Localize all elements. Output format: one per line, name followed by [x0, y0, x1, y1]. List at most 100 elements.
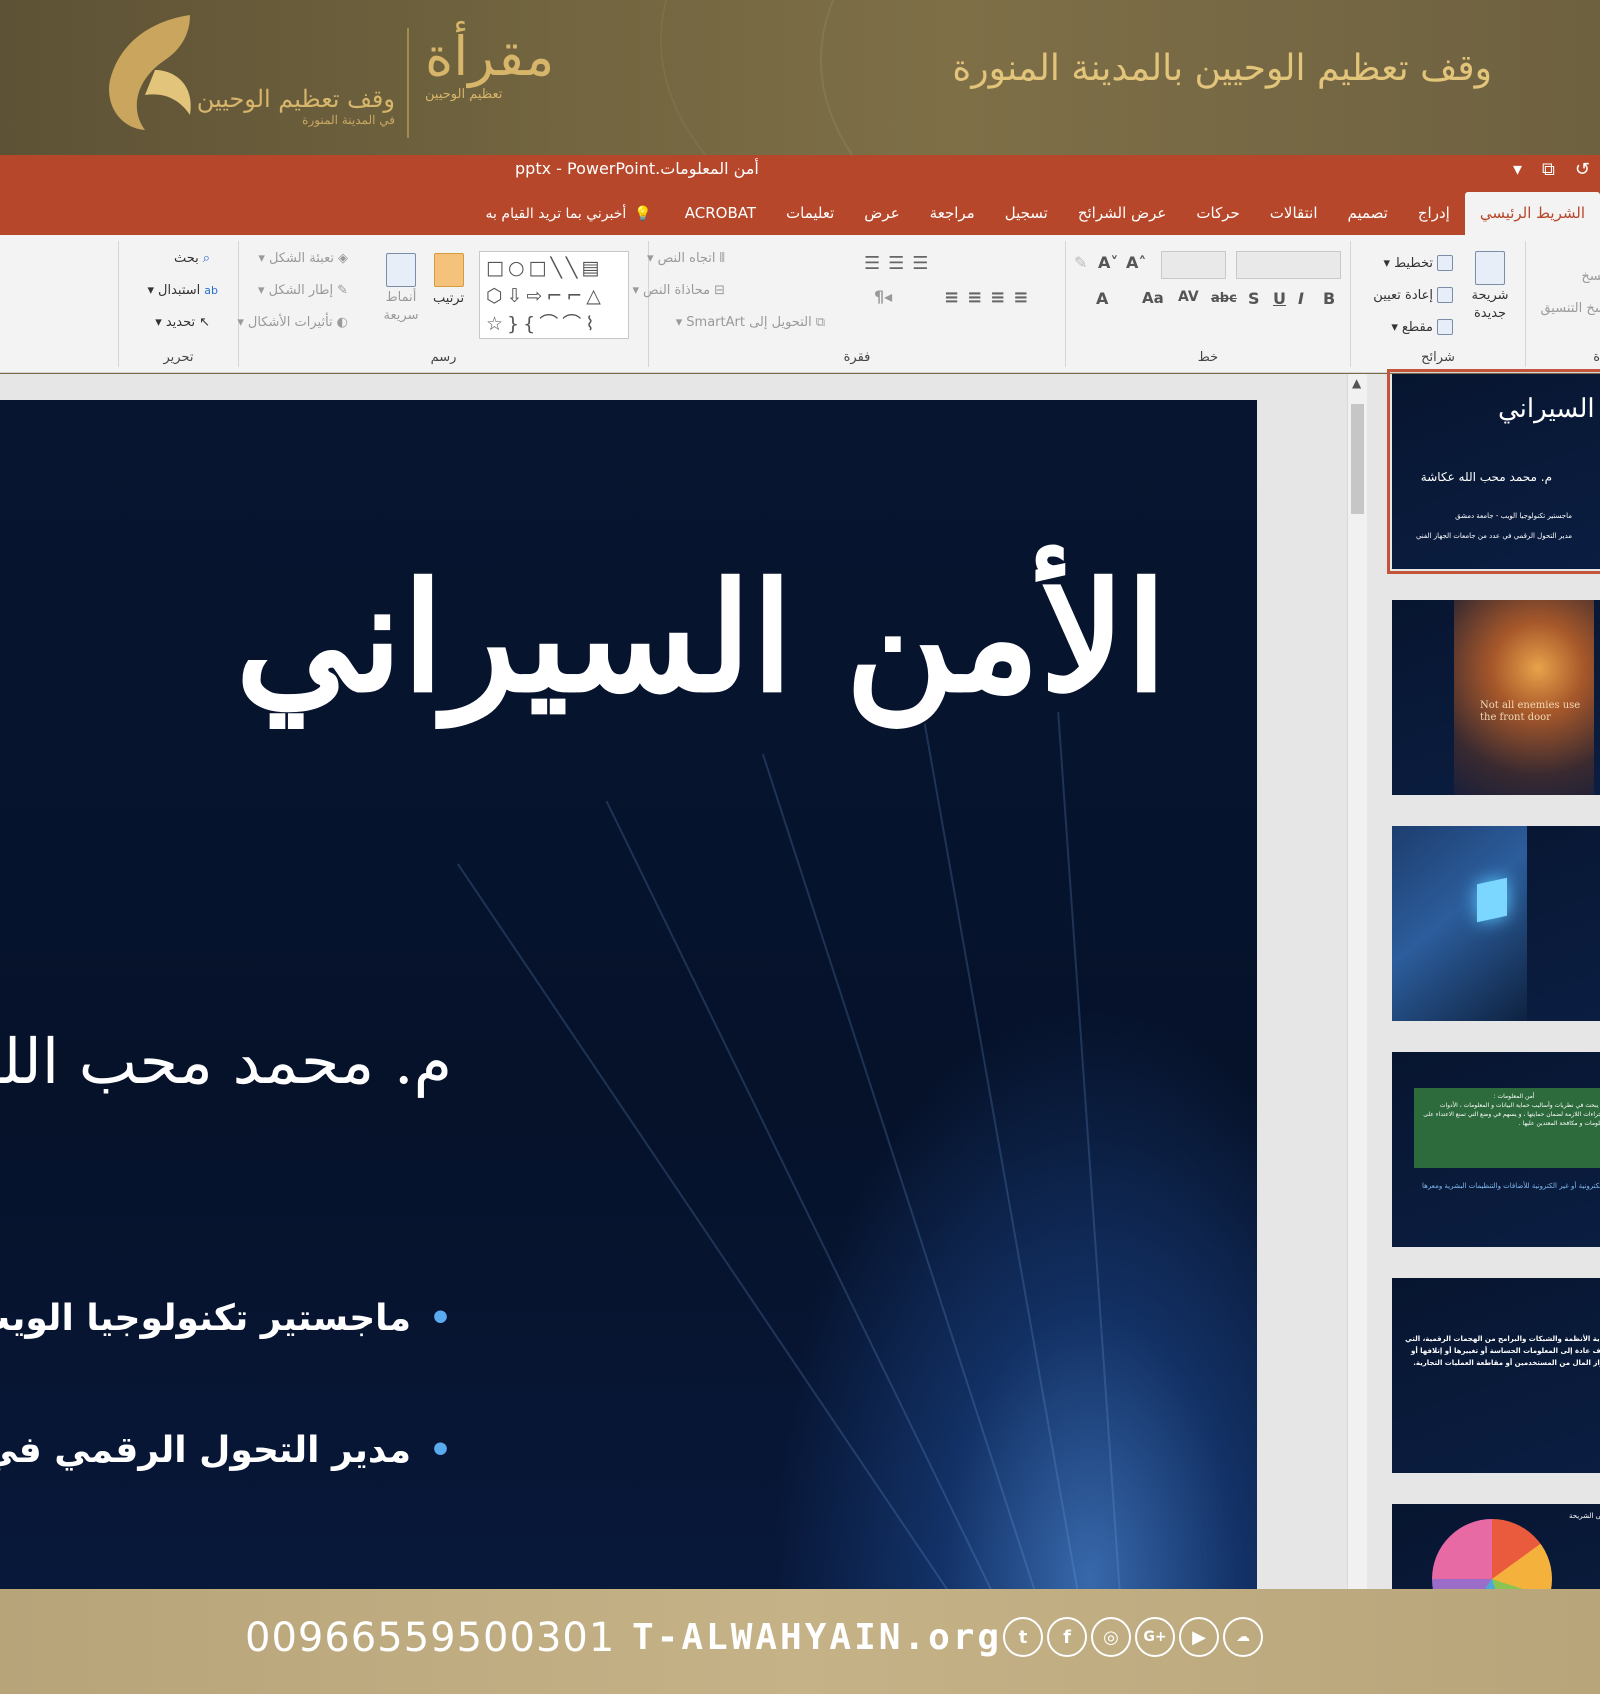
dropdown-arrow-icon: ▾	[1391, 319, 1398, 335]
tab-slideshow[interactable]: عرض الشرائح	[1063, 192, 1182, 235]
font-size-box[interactable]	[1161, 251, 1226, 279]
tab-insert[interactable]: إدراج	[1403, 192, 1465, 235]
editing-group: ⌕ بحث ab استبدال ▾ ↖ تحديد ▾ تحرير	[118, 241, 238, 367]
thumbnail-text: حماية الأنظمة والشبكات والبرامج من الهجم…	[1405, 1335, 1600, 1367]
list-indent-icons[interactable]: ☰☰☰	[864, 253, 936, 274]
thumbnail-footer-text: المعلومات الكترونية أو غير الكترونية للأ…	[1422, 1182, 1600, 1190]
text-direction-rtl-icon[interactable]: ¶◂	[874, 287, 892, 306]
shape-outline-button[interactable]: ✎ إطار الشكل ▾	[258, 283, 348, 298]
format-painter-button[interactable]: نسخ التنسيق	[1540, 301, 1600, 316]
tab-acrobat[interactable]: ACROBAT	[670, 192, 771, 235]
smartart-icon: ⧉	[815, 315, 825, 330]
youtube-icon[interactable]: ▶	[1179, 1617, 1219, 1657]
shape-fill-button[interactable]: ◈ تعبئة الشكل ▾	[258, 251, 348, 266]
start-slideshow-icon[interactable]: ⧉	[1542, 159, 1555, 180]
new-slide-button[interactable]: شريحة جديدة	[1465, 251, 1515, 323]
slide-author[interactable]: م. محمد محب الله كد	[0, 1025, 452, 1098]
character-spacing-button[interactable]: AV	[1178, 289, 1199, 305]
logo-mark-subtext: تعظيم الوحيين	[425, 87, 503, 102]
text-direction-icon: ⫴	[719, 251, 725, 266]
slide-thumbnail-5[interactable]: حماية الأنظمة والشبكات والبرامج من الهجم…	[1392, 1278, 1600, 1473]
align-text-icon: ⊟	[714, 283, 725, 298]
shapes-gallery[interactable]: □○□╲╲▤ ⬡⇩⇨⌐⌐△ ☆}{⌒⌒⌇	[479, 251, 629, 339]
tab-review[interactable]: مراجعة	[915, 192, 990, 235]
replace-button[interactable]: ab استبدال ▾	[148, 283, 219, 298]
scrollbar-thumb[interactable]	[1351, 404, 1364, 514]
tab-view[interactable]: عرض	[849, 192, 914, 235]
layout-button[interactable]: تخطيط ▾	[1384, 255, 1453, 271]
background-ray	[923, 723, 1082, 1590]
website-link[interactable]: T-ALWAHYAIN.org	[632, 1617, 1002, 1658]
customize-toolbar-icon[interactable]: ▾	[1513, 159, 1522, 180]
shape-effects-button[interactable]: ◐ تأثيرات الأشكال ▾	[237, 315, 348, 330]
contact-footer: 00966559500301 T-ALWAHYAIN.org t f ◎ G+ …	[0, 1589, 1600, 1694]
tab-record[interactable]: تسجيل	[990, 192, 1063, 235]
search-icon: ⌕	[202, 251, 210, 266]
quick-styles-button[interactable]: أنماط سريعة	[379, 253, 423, 325]
section-button[interactable]: مقطع ▾	[1391, 319, 1453, 335]
thumbnail-textbox: أمن المعلومات : علم يبحث في نظريات وأسال…	[1414, 1088, 1600, 1168]
bold-button[interactable]: B	[1323, 289, 1335, 308]
slides-group-label: شرائح	[1421, 350, 1455, 365]
thumbnail-text: مدير التحول الرقمي في عدد من جامعات الجه…	[1415, 532, 1572, 540]
slide-thumbnail-4[interactable]: أمن المعلومات : علم يبحث في نظريات وأسال…	[1392, 1052, 1600, 1247]
tab-help[interactable]: تعليمات	[771, 192, 849, 235]
clipboard-group-label: ة	[1593, 350, 1600, 365]
thumbnail-text: على الشريحة	[1569, 1512, 1600, 1520]
change-case-button[interactable]: Aa	[1142, 289, 1164, 307]
top-banner: وقف تعظيم الوحيين بالمدينة المنورة وقف ت…	[0, 0, 1600, 155]
document-title: أمن المعلومات.pptx - PowerPoint	[515, 159, 759, 178]
tab-design[interactable]: تصميم	[1332, 192, 1402, 235]
underline-button[interactable]: U	[1273, 289, 1286, 308]
slide-thumbnail-3[interactable]	[1392, 826, 1600, 1021]
alignment-icons[interactable]: ≡≡≡≡	[944, 287, 1036, 308]
clipboard-group: نسخ نسخ التنسيق ة	[1525, 241, 1600, 367]
shrink-font-icon[interactable]: A˅	[1098, 253, 1118, 272]
tab-animations[interactable]: حركات	[1181, 192, 1254, 235]
undo-icon[interactable]: ↺	[1575, 159, 1590, 180]
current-slide-canvas[interactable]: الأمن السيراني م. محمد محب الله كد ماجست…	[0, 400, 1257, 1590]
logo-mark: مقرأة تعظيم الوحيين	[425, 30, 554, 102]
google-plus-icon[interactable]: G+	[1135, 1617, 1175, 1657]
tab-transitions[interactable]: انتقالات	[1255, 192, 1333, 235]
arrange-button[interactable]: ترتيب	[433, 253, 464, 306]
slide-thumbnail-2[interactable]: Not all enemies use the front door	[1392, 600, 1600, 795]
font-name-box[interactable]	[1236, 251, 1341, 279]
scroll-up-icon[interactable]: ▲	[1352, 376, 1361, 390]
thumbnail-screen-glow	[1477, 877, 1507, 923]
twitter-icon[interactable]: t	[1003, 1617, 1043, 1657]
logo-divider	[407, 28, 409, 138]
reset-button[interactable]: إعادة تعيين	[1373, 287, 1453, 303]
clear-formatting-icon[interactable]: ✎	[1074, 253, 1087, 272]
thumbnail-title: ن السيراني	[1497, 394, 1600, 424]
vertical-scrollbar[interactable]: ▲	[1347, 374, 1367, 1589]
copy-button[interactable]: نسخ	[1581, 269, 1600, 284]
phone-number[interactable]: 00966559500301	[245, 1615, 615, 1661]
organization-logo: وقف تعظيم الوحيين في المدينة المنورة مقر…	[95, 10, 554, 145]
tell-me-box[interactable]: 💡 أخبرني بما تريد القيام به	[468, 206, 670, 222]
grow-font-icon[interactable]: A˄	[1126, 253, 1146, 272]
thumbnail-author: م. محمد محب الله عكاشة	[1420, 470, 1552, 484]
slide-thumbnail-1[interactable]: ن السيراني م. محمد محب الله عكاشة ماجستي…	[1387, 369, 1600, 574]
slide-bullet[interactable]: ماجستير تكنولوجيا الويب - جامعة	[0, 1298, 452, 1339]
find-button[interactable]: ⌕ بحث	[174, 251, 210, 266]
new-slide-icon	[1475, 251, 1505, 285]
new-slide-label: شريحة جديدة	[1471, 288, 1509, 321]
shadow-button[interactable]: S	[1248, 289, 1260, 308]
slide-title[interactable]: الأمن السيراني	[235, 550, 1167, 726]
slides-group: شريحة جديدة تخطيط ▾ إعادة تعيين مقطع ▾ شرا…	[1350, 241, 1525, 367]
slide-bullet[interactable]: مدير التحول الرقمي في عدد من ج	[0, 1430, 452, 1471]
instagram-icon[interactable]: ◎	[1091, 1617, 1131, 1657]
logo-main-text: وقف تعظيم الوحيين	[196, 85, 395, 113]
text-direction-button[interactable]: ⫴ اتجاه النص ▾	[647, 251, 725, 266]
reset-icon	[1437, 287, 1453, 303]
facebook-icon[interactable]: f	[1047, 1617, 1087, 1657]
convert-smartart-button[interactable]: ⧉ التحويل إلى SmartArt ▾	[676, 315, 825, 330]
drawing-group-label: رسم	[430, 350, 457, 365]
select-button[interactable]: ↖ تحديد ▾	[155, 315, 210, 330]
tab-home[interactable]: الشريط الرئيسي	[1464, 192, 1600, 235]
font-color-button[interactable]: A	[1096, 289, 1108, 308]
strikethrough-button[interactable]: abc	[1211, 291, 1237, 306]
italic-button[interactable]: I	[1298, 289, 1304, 308]
soundcloud-icon[interactable]: ☁	[1223, 1617, 1263, 1657]
